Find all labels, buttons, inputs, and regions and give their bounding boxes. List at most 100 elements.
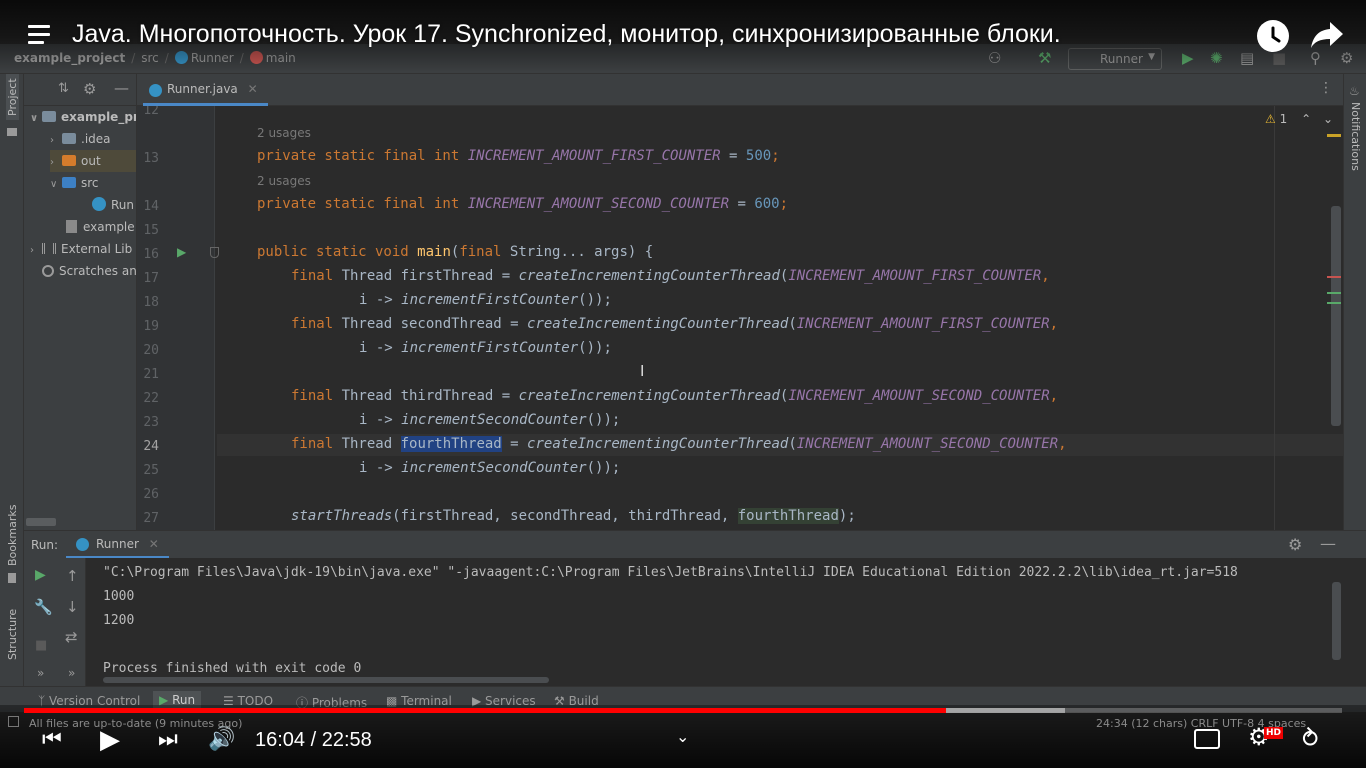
close-icon[interactable]: ✕ (248, 82, 258, 96)
keyword: final (291, 268, 342, 284)
chevron-right-icon: › (50, 135, 54, 146)
keyword: final (291, 436, 342, 452)
video-played (24, 708, 947, 713)
volume-icon[interactable]: 🔊 (208, 727, 235, 752)
subtitles-icon[interactable] (1194, 729, 1220, 749)
usages-hint[interactable]: 2 usages (257, 126, 311, 140)
stop-icon[interactable]: ■ (1272, 50, 1286, 66)
run-tab[interactable]: Runner ✕ (66, 531, 169, 559)
chevron-down-icon[interactable]: ⌄ (676, 727, 689, 746)
code-line-24: final Thread fourthThread = createIncrem… (257, 436, 1067, 452)
inspection-widget[interactable]: ⚠ 1 ⌃ ⌄ (1265, 112, 1333, 126)
code-line-16: public static void main(final String... … (257, 244, 653, 260)
minimize-icon[interactable]: — (1320, 534, 1336, 553)
watch-later-clock-icon[interactable] (1257, 20, 1289, 52)
time-display: 16:04 / 22:58 (255, 729, 372, 751)
method-call: createIncrementingCounterThread (527, 436, 789, 452)
method-call: createIncrementingCounterThread (518, 268, 780, 284)
build-hammer-icon[interactable]: ⚒ (1038, 50, 1051, 66)
more-icon[interactable]: » (68, 666, 75, 680)
bell-icon[interactable]: ♨ (1349, 84, 1360, 98)
tree-item-scratches[interactable]: Scratches an (42, 260, 136, 282)
more-options-icon[interactable]: ⋮ (1319, 80, 1333, 96)
fold-marker-icon[interactable] (210, 247, 219, 258)
code-text: Thread firstThread = (341, 268, 519, 284)
usages-hint[interactable]: 2 usages (257, 174, 311, 188)
exit-fullscreen-icon[interactable]: ⥁ (1302, 725, 1318, 753)
run-panel-body: ▶ ↑ 🔧 ↓ ⇄ ■ » » "C:\Program Files\Java\j… (24, 558, 1366, 686)
close-icon[interactable]: ✕ (149, 537, 159, 551)
structure-tool-tab[interactable]: Structure (6, 609, 19, 660)
stop-icon[interactable]: ■ (35, 638, 47, 653)
tree-item-external-libraries[interactable]: › External Lib (30, 238, 132, 260)
breadcrumb-main[interactable]: main (249, 51, 296, 65)
bookmarks-tool-tab[interactable]: Bookmarks (6, 505, 19, 566)
chevron-down-icon: ∨ (50, 179, 58, 190)
breadcrumb-runner[interactable]: Runner (174, 51, 234, 65)
project-tool-tab[interactable]: Project (6, 74, 19, 120)
wrench-icon[interactable]: 🔧 (34, 598, 53, 616)
tree-item-iml[interactable]: example (66, 216, 135, 238)
run-icon[interactable]: ▶ (1182, 50, 1194, 66)
video-controls-overlay: All files are up-to-date (9 minutes ago)… (0, 705, 1366, 768)
tree-item-out[interactable]: › out (50, 150, 136, 172)
tree-item-label: src (81, 176, 99, 190)
coverage-icon[interactable]: ▤ (1240, 50, 1254, 66)
tab-runner-java[interactable]: Runner.java ✕ (143, 78, 268, 106)
breadcrumb-separator: / (164, 51, 169, 65)
tree-item-runner[interactable]: Run (92, 194, 134, 216)
folder-icon (62, 133, 76, 144)
selected-identifier: fourthThread (400, 436, 502, 452)
previous-video-icon[interactable]: ⏮ (42, 727, 62, 752)
soft-wrap-icon[interactable]: ⇄ (65, 628, 78, 646)
bookmark-icon (8, 573, 16, 583)
chevron-down-icon[interactable]: ⌄ (1323, 112, 1333, 126)
code-text: i -> (359, 340, 402, 356)
code-editor[interactable]: 12 13 14 15 16 17 18 19 20 21 22 23 24 2… (137, 106, 1343, 530)
code-line-13: private static final int INCREMENT_AMOUN… (257, 148, 780, 164)
run-gutter-icon[interactable]: ▶ (177, 245, 186, 259)
console-scrollbar[interactable] (1332, 582, 1341, 660)
punctuation: ()); (578, 292, 612, 308)
java-class-icon (149, 84, 162, 97)
breadcrumb-project[interactable]: example_project (14, 51, 125, 65)
next-video-icon[interactable]: ⏭ (158, 727, 178, 752)
rerun-icon[interactable]: ▶ (35, 567, 46, 583)
tree-item-label: Run (111, 198, 135, 212)
method-call: incrementFirstCounter (401, 292, 579, 308)
tree-item-idea[interactable]: › .idea (50, 128, 111, 150)
collapse-all-icon[interactable]: ⇅ (58, 81, 69, 96)
play-icon[interactable]: ▶ (100, 725, 120, 755)
tree-item-label: out (81, 154, 101, 168)
debug-icon[interactable]: ✺ (1210, 50, 1223, 66)
breadcrumb-main-label: main (265, 51, 296, 65)
gear-icon[interactable]: ⚙ (83, 80, 96, 98)
tree-item-label: External Lib (61, 242, 133, 256)
console-line: "C:\Program Files\Java\jdk-19\bin\java.e… (103, 565, 1238, 580)
run-configuration-select[interactable]: Runner ▼ (1068, 48, 1162, 70)
minimize-icon[interactable]: — (114, 79, 129, 97)
line-number: 14 (143, 199, 159, 214)
arrow-up-icon[interactable]: ↑ (66, 567, 79, 585)
arrow-down-icon[interactable]: ↓ (66, 598, 79, 616)
breadcrumb-src[interactable]: src (141, 51, 159, 65)
horizontal-scrollbar[interactable] (26, 518, 56, 526)
vertical-scrollbar[interactable] (1331, 206, 1341, 426)
tree-item-src[interactable]: ∨ src (50, 172, 99, 194)
run-label: Run: (31, 538, 59, 552)
notifications-tool-tab[interactable]: Notifications (1349, 102, 1362, 171)
more-icon[interactable]: » (37, 666, 44, 680)
menu-icon[interactable] (28, 25, 50, 45)
method-name: main (417, 244, 451, 260)
gear-icon[interactable]: ⚙ (1288, 535, 1302, 554)
line-number: 27 (143, 511, 159, 526)
console-horizontal-scrollbar[interactable] (103, 677, 549, 683)
code-line-23: i -> incrementSecondCounter()); (257, 412, 620, 428)
tree-item-project-root[interactable]: ∨ example_pr (30, 106, 136, 128)
share-icon[interactable] (1310, 20, 1344, 54)
chevron-up-icon[interactable]: ⌃ (1301, 112, 1311, 126)
punctuation: , (1049, 388, 1059, 404)
video-progress-bar[interactable] (24, 708, 1342, 713)
user-icon[interactable]: ⚇ (988, 50, 1001, 66)
method-call: incrementSecondCounter (401, 460, 587, 476)
